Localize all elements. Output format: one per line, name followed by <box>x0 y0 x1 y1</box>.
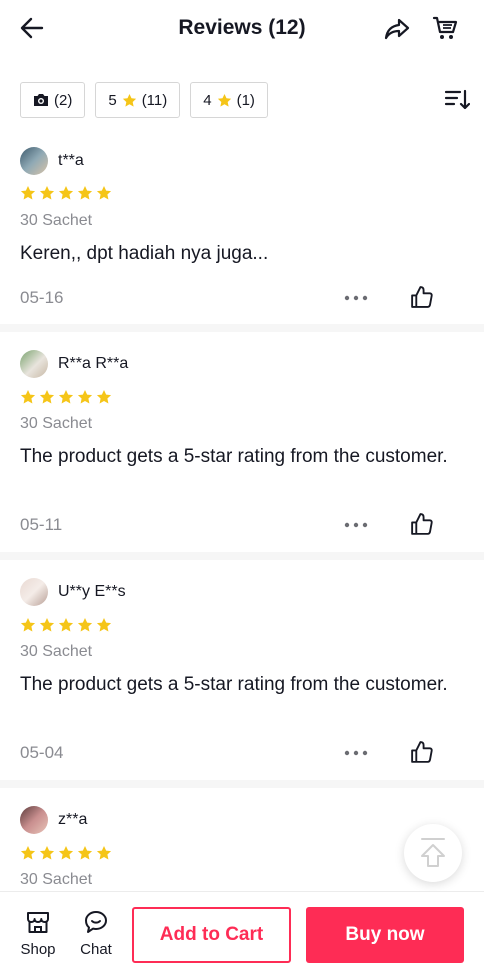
star-icon <box>77 618 93 632</box>
filter-chip-count: (1) <box>236 91 255 109</box>
star-icon <box>96 186 112 200</box>
bottom-action-bar: Shop Chat Add to Cart Buy now <box>0 891 484 977</box>
buy-now-button[interactable]: Buy now <box>306 907 464 963</box>
thumbs-up-icon[interactable] <box>409 285 434 310</box>
review-date: 05-04 <box>20 743 64 762</box>
product-variant: 30 Sachet <box>20 415 93 432</box>
star-icon <box>96 390 112 404</box>
product-variant: 30 Sachet <box>20 871 93 888</box>
shop-button[interactable]: Shop <box>16 909 60 958</box>
filter-chip-rating: 4 <box>203 91 212 109</box>
review-text: The product gets a 5-star rating from th… <box>20 446 448 467</box>
product-variant: 30 Sachet <box>20 643 93 660</box>
back-to-top-button[interactable] <box>404 824 462 882</box>
shop-label: Shop <box>20 941 56 958</box>
review-filters: (2) 5 (11) 4 (1) <box>20 82 268 118</box>
avatar[interactable] <box>20 806 48 834</box>
star-icon <box>39 618 55 632</box>
review-text: The product gets a 5-star rating from th… <box>20 674 448 695</box>
reviewer-name: U**y E**s <box>58 583 126 600</box>
filter-chip-photos[interactable]: (2) <box>20 82 86 118</box>
more-options-icon[interactable] <box>344 520 368 530</box>
thumbs-up-icon[interactable] <box>409 512 434 537</box>
star-icon <box>122 93 136 107</box>
star-icon <box>77 846 93 860</box>
star-rating <box>20 845 112 861</box>
star-icon <box>217 93 231 107</box>
more-options-icon[interactable] <box>344 748 368 758</box>
star-icon <box>77 390 93 404</box>
thumbs-up-icon[interactable] <box>409 740 434 765</box>
arrow-up-icon <box>421 838 445 867</box>
star-icon <box>39 390 55 404</box>
share-icon[interactable] <box>382 14 412 44</box>
reviewer-name: z**a <box>58 811 88 828</box>
star-icon <box>96 618 112 632</box>
header: Reviews (12) <box>0 0 484 58</box>
avatar[interactable] <box>20 578 48 606</box>
avatar[interactable] <box>20 350 48 378</box>
product-variant: 30 Sachet <box>20 212 93 229</box>
chat-label: Chat <box>80 941 112 958</box>
reviewer-name: t**a <box>58 152 84 169</box>
sort-icon[interactable] <box>444 88 470 112</box>
star-icon <box>20 846 36 860</box>
filter-chip-4-star[interactable]: 4 (1) <box>190 82 268 118</box>
star-rating <box>20 617 112 633</box>
filter-chip-5-star[interactable]: 5 (11) <box>95 82 181 118</box>
review-date: 05-11 <box>20 515 63 534</box>
star-rating <box>20 185 112 201</box>
chat-button[interactable]: Chat <box>74 909 118 958</box>
star-icon <box>58 186 74 200</box>
star-icon <box>77 186 93 200</box>
more-options-icon[interactable] <box>344 293 368 303</box>
filter-chip-count: (2) <box>54 91 73 109</box>
review-item: t**a 30 Sachet Keren,, dpt hadiah nya ju… <box>0 134 484 332</box>
reviewer-name: R**a R**a <box>58 355 129 372</box>
review-text: Keren,, dpt hadiah nya juga... <box>20 243 269 264</box>
avatar[interactable] <box>20 147 48 175</box>
review-date: 05-16 <box>20 288 64 307</box>
star-icon <box>20 390 36 404</box>
star-icon <box>20 186 36 200</box>
star-icon <box>20 618 36 632</box>
shop-icon <box>27 912 49 933</box>
review-item: R**a R**a 30 Sachet The product gets a 5… <box>0 332 484 560</box>
add-to-cart-button[interactable]: Add to Cart <box>132 907 291 963</box>
star-icon <box>39 186 55 200</box>
filter-chip-rating: 5 <box>108 91 117 109</box>
star-icon <box>96 846 112 860</box>
cart-icon[interactable] <box>431 14 459 42</box>
chat-icon <box>85 911 107 933</box>
star-icon <box>58 390 74 404</box>
star-rating <box>20 389 112 405</box>
star-icon <box>58 846 74 860</box>
star-icon <box>39 846 55 860</box>
review-item: U**y E**s 30 Sachet The product gets a 5… <box>0 560 484 788</box>
filter-chip-count: (11) <box>141 91 168 109</box>
camera-icon <box>34 94 48 106</box>
star-icon <box>58 618 74 632</box>
